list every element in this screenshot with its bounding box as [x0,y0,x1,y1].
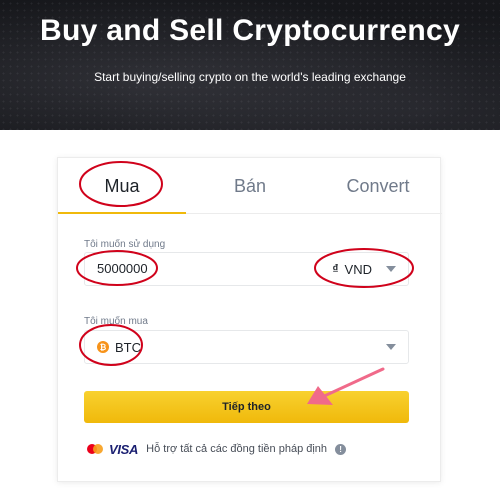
trade-card: Mua Bán Convert Tôi muốn sử dụng ₫ VND T… [57,157,442,482]
next-button[interactable]: Tiếp theo [84,391,409,423]
currency-select[interactable]: ₫ VND [332,253,396,285]
spend-field: ₫ VND [84,252,409,286]
tab-buy[interactable]: Mua [58,158,186,214]
coin-label: BTC [115,339,141,355]
btc-icon: ₿ [97,341,109,353]
tab-sell[interactable]: Bán [186,158,314,214]
hero-title: Buy and Sell Cryptocurrency [40,14,460,47]
coin-select[interactable]: ₿ BTC [84,330,409,364]
payment-support-text: Hỗ trợ tất cả các đồng tiền pháp định [146,443,328,455]
spend-label: Tôi muốn sử dụng [84,239,166,250]
buy-label: Tôi muốn mua [84,316,148,327]
tab-convert[interactable]: Convert [314,158,442,214]
visa-icon: VISA [109,441,139,457]
hero-banner: Buy and Sell Cryptocurrency Start buying… [0,0,500,130]
caret-down-icon [386,344,396,350]
dong-icon: ₫ [332,262,339,276]
mastercard-icon [87,444,103,454]
active-tab-indicator [58,212,186,214]
currency-label: VND [344,261,372,277]
trade-tabs: Mua Bán Convert [58,158,442,214]
caret-down-icon [386,266,396,272]
coin-selected: ₿ BTC [97,331,141,363]
hero-subtitle: Start buying/selling crypto on the world… [94,70,406,84]
spend-amount-input[interactable] [97,253,247,285]
payment-methods: VISA Hỗ trợ tất cả các đồng tiền pháp đị… [87,441,347,457]
info-icon[interactable]: ! [335,443,347,455]
